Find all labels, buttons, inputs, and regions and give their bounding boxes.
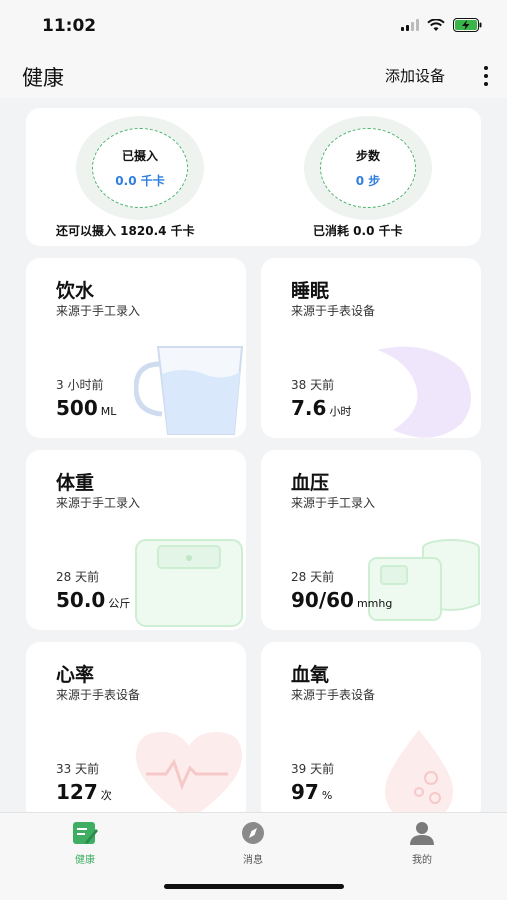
scale-icon [135,539,243,627]
tab-profile-label: 我的 [412,855,432,866]
notebook-pen-icon [73,822,98,844]
weight-source: 来源于手工录入 [56,496,141,510]
water-card[interactable]: 饮水 来源于手工录入 3 小时前 500 ML [26,258,246,438]
weight-time: 28 天前 [56,570,100,584]
steps-value: 0 步 [355,174,381,188]
heart-rate-title: 心率 [56,664,95,686]
sleep-value: 7.6 [291,396,327,420]
weight-card[interactable]: 体重 来源于手工录入 28 天前 50.0 公斤 [26,450,246,630]
status-bar: 11:02 [0,0,507,52]
water-time: 3 小时前 [56,378,104,392]
blood-pressure-time: 28 天前 [291,570,335,584]
heart-rate-value: 127 [56,780,98,804]
status-icons [401,18,483,32]
water-reading: 500 ML [56,396,116,420]
blood-oxygen-unit: % [321,789,333,802]
sleep-card[interactable]: 睡眠 来源于手表设备 38 天前 7.6 小时 [261,258,481,438]
weight-reading: 50.0 公斤 [56,588,130,612]
blood-pressure-title: 血压 [291,472,330,494]
weight-unit: 公斤 [108,597,131,610]
compass-icon [242,822,264,844]
cellular-signal-icon [401,19,419,31]
water-title: 饮水 [56,280,95,302]
status-time: 11:02 [42,16,97,36]
more-menu-icon[interactable] [483,66,489,86]
water-unit: ML [100,405,117,418]
home-indicator [164,884,344,889]
user-icon [410,822,434,845]
steps-ring-inner: 步数 0 步 [320,128,416,208]
tab-messages[interactable]: 消息 [213,821,293,866]
intake-remaining-note: 还可以摄入 1820.4 千卡 [56,224,195,238]
sleep-unit: 小时 [329,405,352,418]
intake-value: 0.0 千卡 [115,174,165,188]
sleep-title: 睡眠 [291,280,330,302]
sleep-time: 38 天前 [291,378,335,392]
heart-rate-time: 33 天前 [56,762,100,776]
blood-oxygen-source: 来源于手表设备 [291,688,376,702]
moon-icon [377,346,471,438]
tab-messages-label: 消息 [243,855,263,866]
steps-label: 步数 [355,149,380,163]
water-glass-icon [134,346,244,435]
weight-value: 50.0 [56,588,106,612]
add-device-button[interactable]: 添加设备 [385,65,445,86]
blood-pressure-monitor-icon [368,539,480,621]
blood-pressure-value: 90/60 [291,588,354,612]
heart-rate-card[interactable]: 心率 来源于手表设备 33 天前 127 次 [26,642,246,822]
blood-pressure-reading: 90/60 mmhg [291,588,392,612]
blood-pressure-source: 来源于手工录入 [291,496,376,510]
sleep-reading: 7.6 小时 [291,396,351,420]
intake-label: 已摄入 [121,149,158,163]
blood-oxygen-title: 血氧 [291,664,330,686]
heart-pulse-icon [136,732,242,820]
blood-oxygen-reading: 97% [291,780,332,804]
water-value: 500 [56,396,98,420]
weight-title: 体重 [56,472,95,494]
heart-rate-reading: 127 次 [56,780,112,804]
tab-health-label: 健康 [75,855,95,866]
wifi-icon [427,18,445,31]
battery-charging-icon [453,18,482,32]
blood-oxygen-card[interactable]: 血氧 来源于手表设备 39 天前 97% [261,642,481,822]
intake-ring-inner: 已摄入 0.0 千卡 [92,128,188,208]
sleep-source: 来源于手表设备 [291,304,376,318]
page-title: 健康 [22,66,64,90]
blood-oxygen-time: 39 天前 [291,762,335,776]
nav-bar: 健康 添加设备 [0,52,507,98]
tab-health[interactable]: 健康 [45,821,125,866]
blood-drop-icon [385,730,453,820]
blood-pressure-card[interactable]: 血压 来源于手工录入 28 天前 90/60 mmhg [261,450,481,630]
blood-oxygen-value: 97 [291,780,319,804]
heart-rate-source: 来源于手表设备 [56,688,141,702]
blood-pressure-unit: mmhg [356,597,393,610]
calories-burned-note: 已消耗 0.0 千卡 [313,224,403,238]
steps-ring[interactable]: 步数 0 步 [304,116,432,220]
tab-profile[interactable]: 我的 [382,821,462,866]
intake-ring[interactable]: 已摄入 0.0 千卡 [76,116,204,220]
summary-card: 已摄入 0.0 千卡 还可以摄入 1820.4 千卡 步数 0 步 已消耗 0.… [26,108,481,246]
water-source: 来源于手工录入 [56,304,141,318]
heart-rate-unit: 次 [100,789,112,802]
